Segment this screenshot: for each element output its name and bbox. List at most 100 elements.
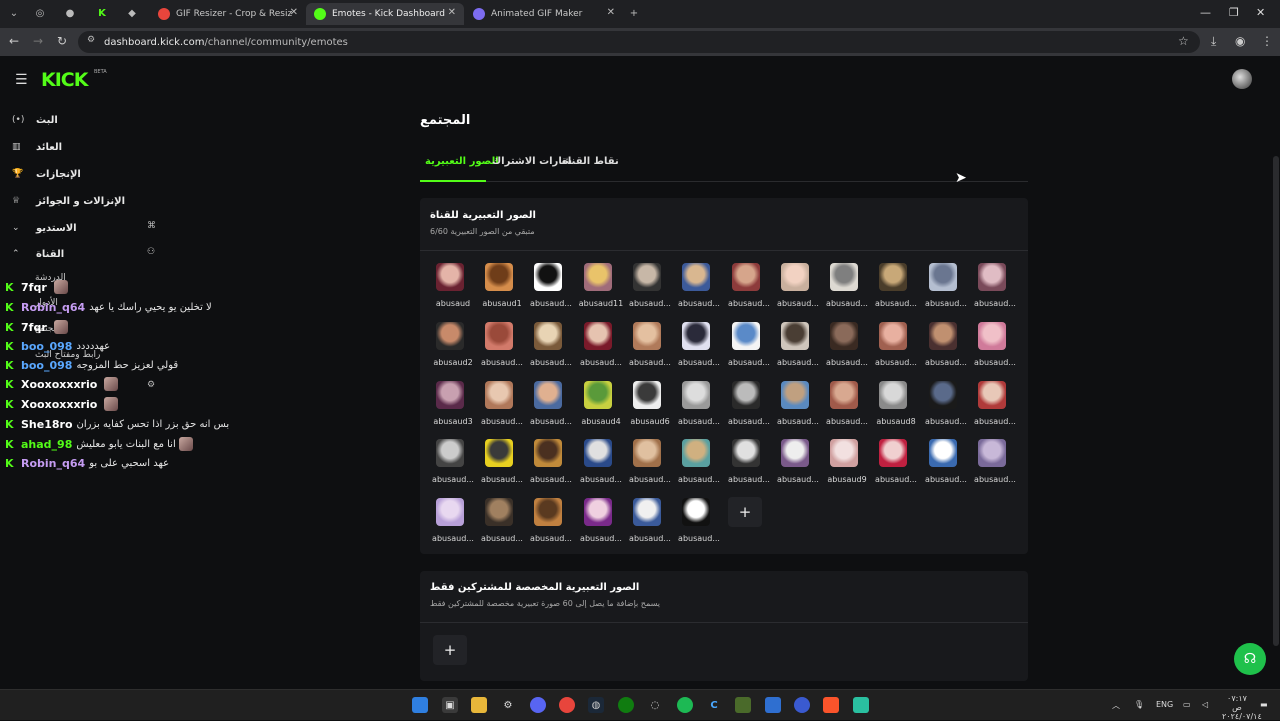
emote-tile[interactable]: abusaud... xyxy=(430,498,476,554)
minimize-icon[interactable]: — xyxy=(1200,6,1211,19)
emote-tile[interactable]: abusaud... xyxy=(726,381,772,437)
emote-image[interactable] xyxy=(929,381,957,409)
emote-image[interactable] xyxy=(534,439,562,467)
emote-tile[interactable]: abusaud... xyxy=(824,381,870,437)
emote-tile[interactable]: abusaud... xyxy=(676,439,722,495)
tab-emotes[interactable]: الصور التعبيرية xyxy=(425,156,499,167)
emote-tile[interactable]: abusaud... xyxy=(627,322,673,378)
maximize-icon[interactable]: ❐ xyxy=(1229,6,1239,19)
emote-tile[interactable]: abusaud... xyxy=(775,263,821,319)
emote-image[interactable] xyxy=(978,381,1006,409)
emote-tile[interactable]: abusaud... xyxy=(578,498,624,554)
emote-image[interactable] xyxy=(781,439,809,467)
emote-image[interactable] xyxy=(436,498,464,526)
emote-tile[interactable]: abusaud... xyxy=(528,381,574,437)
sidebar-item[interactable]: ♕ الإنزالات و الجوائز xyxy=(12,192,162,210)
emote-image[interactable] xyxy=(929,439,957,467)
emote-tile[interactable]: abusaud... xyxy=(972,439,1018,495)
edge-icon[interactable] xyxy=(794,697,810,713)
sidebar-item[interactable]: (•) البث xyxy=(12,111,162,129)
help-chat-button[interactable]: ☊ xyxy=(1234,643,1266,675)
network-icon[interactable]: ▭ xyxy=(1183,700,1191,709)
emote-image[interactable] xyxy=(436,381,464,409)
emote-image[interactable] xyxy=(732,322,760,350)
new-tab-button[interactable]: + xyxy=(624,4,644,22)
emote-tile[interactable]: abusaud... xyxy=(578,439,624,495)
emote-tile[interactable]: abusaud... xyxy=(726,439,772,495)
emote-image[interactable] xyxy=(978,439,1006,467)
emote-image[interactable] xyxy=(879,322,907,350)
emote-image[interactable] xyxy=(682,263,710,291)
volume-icon[interactable]: ◁ xyxy=(1202,700,1208,709)
emote-tile[interactable]: abusaud... xyxy=(923,381,969,437)
pinned-tab-2-icon[interactable]: ● xyxy=(60,4,80,22)
emote-image[interactable] xyxy=(485,381,513,409)
emote-image[interactable] xyxy=(633,263,661,291)
browser-tab[interactable]: Emotes - Kick Dashboard ✕ xyxy=(306,3,464,25)
browser-tab[interactable]: Animated GIF Maker ✕ xyxy=(465,3,623,25)
sidebar-item[interactable]: 🏆 الإنجازات xyxy=(12,165,162,183)
emote-tile[interactable]: abusaud4 xyxy=(578,381,624,437)
clock[interactable]: ٠٧:١٧ ص ٢٠٢٤/٠٧/١٤ xyxy=(1222,694,1262,721)
emote-tile[interactable]: abusaud1 xyxy=(479,263,525,319)
emote-image[interactable] xyxy=(682,498,710,526)
emote-tile[interactable]: abusaud... xyxy=(676,322,722,378)
settings-icon[interactable]: ⚙ xyxy=(500,697,516,713)
steam-icon[interactable]: ◍ xyxy=(588,697,604,713)
emote-image[interactable] xyxy=(732,439,760,467)
emote-tile[interactable]: abusaud... xyxy=(923,439,969,495)
tab-channel-points[interactable]: نقاط القناة xyxy=(562,156,619,167)
chat-username[interactable]: boo_098 xyxy=(21,340,72,353)
file-explorer-icon[interactable] xyxy=(471,697,487,713)
tab-close-icon[interactable]: ✕ xyxy=(448,7,456,18)
forward-icon[interactable]: → xyxy=(33,34,43,48)
chat-username[interactable]: boo_098 xyxy=(21,359,72,372)
chat-username[interactable]: Xooxoxxxrio xyxy=(21,398,97,411)
emote-image[interactable] xyxy=(830,381,858,409)
emote-image[interactable] xyxy=(682,381,710,409)
emote-tile[interactable]: abusaud... xyxy=(676,263,722,319)
emote-image[interactable] xyxy=(584,263,612,291)
emote-tile[interactable]: abusaud... xyxy=(775,439,821,495)
tab-subscriber-badges[interactable]: شارات الاشتراك xyxy=(492,156,572,167)
start-icon[interactable] xyxy=(412,697,428,713)
emote-image[interactable] xyxy=(485,439,513,467)
emote-tile[interactable]: abusaud... xyxy=(479,322,525,378)
emote-image[interactable] xyxy=(584,498,612,526)
back-icon[interactable]: ← xyxy=(9,34,19,48)
emote-tile[interactable]: abusaud... xyxy=(873,439,919,495)
emote-tile[interactable]: abusaud... xyxy=(627,498,673,554)
emote-image[interactable] xyxy=(929,322,957,350)
emote-tile[interactable]: abusaud... xyxy=(479,381,525,437)
emote-tile[interactable]: abusaud... xyxy=(972,322,1018,378)
pinned-tab-1-icon[interactable]: ◎ xyxy=(30,4,50,22)
channel-settings-icon[interactable]: ⚇ xyxy=(147,247,155,257)
url-field[interactable]: ⚙ dashboard.kick.com/channel/community/e… xyxy=(78,31,1200,53)
emote-tile[interactable]: abusaud... xyxy=(923,263,969,319)
emote-image[interactable] xyxy=(633,322,661,350)
microphone-icon[interactable]: 🎙 xyxy=(1134,700,1144,709)
emote-image[interactable] xyxy=(781,263,809,291)
downloads-icon[interactable]: ⤓ xyxy=(1211,34,1216,49)
chat-username[interactable]: She18ro xyxy=(21,418,73,431)
emote-tile[interactable]: abusaud... xyxy=(873,263,919,319)
spotify-icon[interactable] xyxy=(677,697,693,713)
notifications-icon[interactable]: ▬ xyxy=(1260,700,1268,709)
emote-tile[interactable]: abusaud... xyxy=(775,381,821,437)
bookmark-star-icon[interactable]: ☆ xyxy=(1178,34,1189,48)
emote-image[interactable] xyxy=(485,498,513,526)
profile-icon[interactable]: ◉ xyxy=(1235,34,1245,48)
emote-tile[interactable]: abusaud8 xyxy=(873,381,919,437)
emote-tile[interactable]: abusaud... xyxy=(578,322,624,378)
chat-username[interactable]: ahad_98 xyxy=(21,438,72,451)
emote-image[interactable] xyxy=(830,439,858,467)
emote-image[interactable] xyxy=(879,381,907,409)
emote-image[interactable] xyxy=(436,439,464,467)
menu-icon[interactable]: ⋮ xyxy=(1261,34,1273,48)
emote-image[interactable] xyxy=(929,263,957,291)
chat-username[interactable]: 7fqr xyxy=(21,321,47,334)
emote-image[interactable] xyxy=(584,322,612,350)
emote-image[interactable] xyxy=(879,263,907,291)
sidebar-item[interactable]: ⌄ الاستديو xyxy=(12,219,162,237)
add-emote-button[interactable]: + xyxy=(728,497,762,527)
